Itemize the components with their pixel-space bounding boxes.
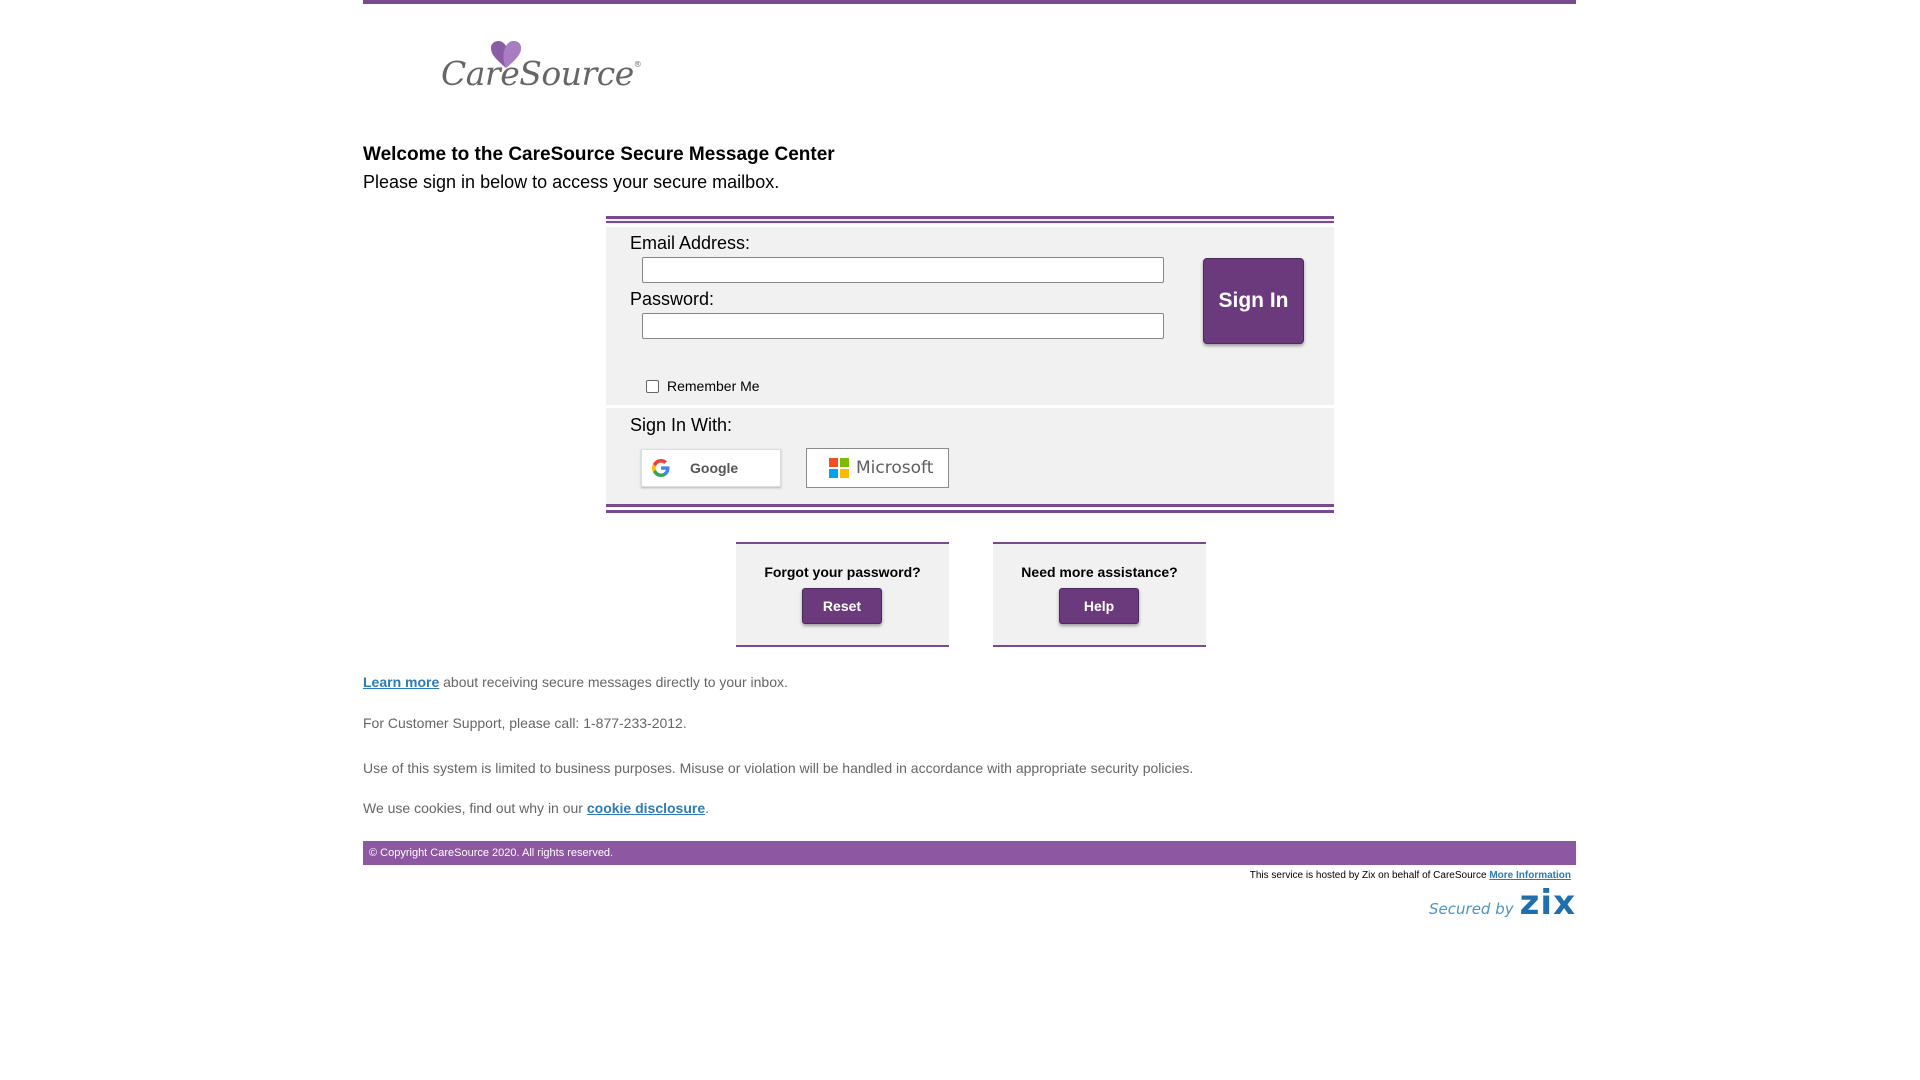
divider: [606, 216, 1334, 219]
email-label: Email Address:: [630, 233, 751, 253]
copyright-text: © Copyright CareSource 2020. All rights …: [369, 847, 614, 859]
divider: [606, 221, 1334, 223]
microsoft-sign-in-button[interactable]: Microsoft: [806, 448, 949, 488]
registered-mark: ®: [633, 60, 642, 69]
page-title: Welcome to the CareSource Secure Message…: [363, 144, 835, 165]
divider: [606, 510, 1334, 513]
caresource-logo: CareSource®: [441, 36, 642, 96]
cookie-disclosure-link[interactable]: cookie disclosure: [587, 800, 705, 816]
reset-button[interactable]: Reset: [802, 588, 882, 624]
assistance-question: Need more assistance?: [1021, 564, 1178, 580]
logo-text: CareSource: [441, 54, 634, 93]
cookie-line: We use cookies, find out why in our cook…: [363, 800, 709, 816]
forgot-password-question: Forgot your password?: [764, 564, 921, 580]
microsoft-icon: [829, 458, 849, 478]
support-text: For Customer Support, please call: 1-877…: [363, 715, 687, 731]
remember-me-label: Remember Me: [667, 378, 760, 394]
divider: [606, 224, 1334, 227]
google-icon: [652, 459, 670, 477]
forgot-password-box: Forgot your password? Reset: [736, 542, 949, 647]
usage-policy-text: Use of this system is limited to busines…: [363, 760, 1194, 776]
password-field[interactable]: [642, 313, 1164, 339]
copyright-bar: © Copyright CareSource 2020. All rights …: [363, 841, 1576, 865]
divider: [606, 405, 1334, 408]
secured-by-text: Secured by: [1429, 900, 1514, 918]
secured-by-zix-logo: Secured by zix: [1429, 886, 1576, 920]
page-subtitle: Please sign in below to access your secu…: [363, 172, 780, 192]
learn-more-text: about receiving secure messages directly…: [439, 674, 788, 690]
microsoft-label: Microsoft: [856, 458, 934, 478]
remember-me[interactable]: Remember Me: [646, 378, 760, 394]
zix-wordmark: zix: [1519, 883, 1576, 923]
login-panel: Email Address: Password: Sign In Remembe…: [606, 216, 1334, 513]
remember-me-checkbox[interactable]: [646, 379, 659, 393]
top-accent-bar: [363, 0, 1576, 4]
sign-in-with-label: Sign In With:: [630, 415, 733, 435]
sign-in-button[interactable]: Sign In: [1203, 258, 1304, 344]
hosted-by-line: This service is hosted by Zix on behalf …: [1250, 870, 1571, 881]
google-sign-in-button[interactable]: Google: [641, 449, 781, 487]
learn-more-link[interactable]: Learn more: [363, 674, 439, 690]
assistance-box: Need more assistance? Help: [993, 542, 1206, 647]
cookie-suffix: .: [705, 800, 710, 816]
more-information-link[interactable]: More Information: [1489, 870, 1571, 881]
password-label: Password:: [630, 289, 715, 309]
cookie-prefix: We use cookies, find out why in our: [363, 800, 587, 816]
help-button[interactable]: Help: [1059, 588, 1139, 624]
google-label: Google: [690, 460, 739, 476]
email-field[interactable]: [642, 257, 1164, 283]
hosted-text: This service is hosted by Zix on behalf …: [1249, 870, 1490, 881]
divider: [606, 504, 1334, 507]
learn-more-line: Learn more about receiving secure messag…: [363, 674, 788, 690]
